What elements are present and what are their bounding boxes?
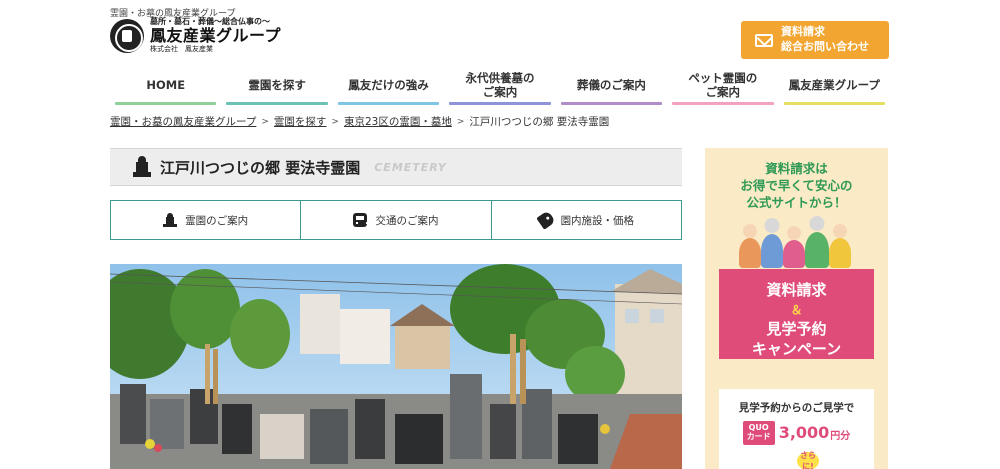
sarani-badge: さらに!	[797, 451, 819, 469]
price-tag-icon	[535, 210, 556, 230]
offer-amount: 3,000	[778, 423, 830, 443]
sidebar-campaign-banner[interactable]: 資料請求は お得で早くて安心の 公式サイトから！ 資料請求 ＆ 見学予約 キャン…	[705, 148, 888, 469]
nav-underline	[115, 102, 217, 105]
quo-card-badge: QUO カード	[742, 421, 775, 445]
page-title-bar: 江戸川つつじの郷 要法寺霊園 CEMETERY	[110, 148, 682, 186]
breadcrumb-link-home[interactable]: 霊園・お墓の鳳友産業グループ	[110, 114, 256, 129]
contact-button[interactable]: 資料請求 総合お問い合わせ	[741, 21, 889, 59]
cemetery-photo	[110, 264, 682, 469]
nav-underline	[449, 102, 551, 105]
campaign-ampersand: ＆	[790, 303, 803, 317]
breadcrumb-separator: >	[261, 116, 269, 127]
nav-underline	[783, 102, 885, 105]
nav-item-search-cemetery[interactable]: 霊園を探す	[221, 63, 332, 107]
logo-name: 鳳友産業グループ	[150, 26, 282, 45]
nav-item-label: ペット霊園の ご案内	[688, 70, 758, 99]
nav-item-pet-cemetery[interactable]: ペット霊園の ご案内	[667, 63, 778, 107]
contact-button-line1: 資料請求	[781, 25, 825, 39]
nav-underline	[337, 102, 440, 105]
quo-card-label: カード	[746, 431, 771, 441]
nav-item-label: 霊園を探す	[248, 77, 306, 92]
main-nav: HOME 霊園を探す 鳳友だけの強み 永代供養墓の ご案内 葬儀のご案内 ペット…	[110, 63, 890, 107]
tab-label: 園内施設・価格	[560, 214, 635, 227]
campaign-line1: 資料請求	[766, 281, 827, 299]
campaign-box[interactable]: 資料請求 ＆ 見学予約 キャンペーン	[719, 269, 874, 359]
logo-subtitle: 墓所・墓石・葬儀〜総合仏事の〜	[150, 17, 270, 26]
cemetery-tabs: 霊園のご案内 交通のご案内 園内施設・価格	[110, 200, 682, 240]
tab-cemetery-info[interactable]: 霊園のご案内	[111, 201, 302, 239]
nav-item-label: 永代供養墓の ご案内	[465, 70, 535, 99]
logo-company: 株式会社 鳳友産業	[150, 45, 213, 53]
breadcrumb-separator: >	[456, 116, 465, 127]
nav-underline	[560, 102, 663, 105]
site-logo[interactable]: 墓所・墓石・葬儀〜総合仏事の〜 鳳友産業グループ 株式会社 鳳友産業	[110, 18, 281, 53]
campaign-line3: キャンペーン	[751, 340, 842, 359]
nav-item-label: 葬儀のご案内	[576, 77, 646, 92]
breadcrumb-link-tokyo23[interactable]: 東京23区の霊園・墓地	[344, 114, 452, 129]
nav-item-home[interactable]: HOME	[110, 63, 221, 107]
page-title: 江戸川つつじの郷 要法寺霊園	[160, 158, 361, 177]
offer-amount-unit: 円分	[830, 431, 851, 443]
tab-label: 霊園のご案内	[185, 214, 249, 227]
campaign-line2: 見学予約	[766, 320, 827, 338]
train-icon	[353, 213, 369, 227]
breadcrumb-link-search[interactable]: 霊園を探す	[274, 114, 327, 129]
nav-underline	[672, 102, 774, 105]
sidebar-head-line1: 資料請求は	[765, 161, 828, 176]
family-illustration-icon	[737, 215, 857, 268]
breadcrumb-separator: >	[331, 116, 339, 127]
sidebar-head-line2: お得で早くて安心の	[740, 177, 853, 193]
nav-underline	[226, 102, 328, 105]
grave-icon	[163, 213, 178, 227]
offer-note: 見学予約からのご見学で	[738, 402, 855, 414]
grave-icon	[132, 156, 152, 178]
tab-label: 交通のご案内	[375, 214, 439, 227]
nav-item-label: 鳳友産業グループ	[788, 77, 880, 92]
nav-item-perpetual-memorial[interactable]: 永代供養墓の ご案内	[444, 63, 555, 107]
offer-box: 見学予約からのご見学で QUO カード 3,000 円分 さらに!	[719, 389, 874, 469]
mail-icon	[755, 33, 773, 47]
tab-facilities-price[interactable]: 園内施設・価格	[492, 201, 681, 239]
nav-item-label: 鳳友だけの強み	[348, 77, 429, 92]
tab-access-info[interactable]: 交通のご案内	[301, 201, 492, 239]
nav-item-group[interactable]: 鳳友産業グループ	[779, 63, 890, 107]
nav-item-funeral[interactable]: 葬儀のご案内	[556, 63, 667, 107]
contact-button-line2: 総合お問い合わせ	[781, 40, 869, 53]
nav-item-strengths[interactable]: 鳳友だけの強み	[333, 63, 444, 107]
logo-crest-icon	[110, 18, 144, 53]
nav-item-label: HOME	[146, 77, 186, 92]
breadcrumb: 霊園・お墓の鳳友産業グループ > 霊園を探す > 東京23区の霊園・墓地 > 江…	[110, 114, 609, 129]
breadcrumb-current: 江戸川つつじの郷 要法寺霊園	[469, 116, 610, 128]
page-title-english: CEMETERY	[374, 160, 447, 174]
sidebar-head-line3: 公式サイトから！	[746, 194, 847, 210]
